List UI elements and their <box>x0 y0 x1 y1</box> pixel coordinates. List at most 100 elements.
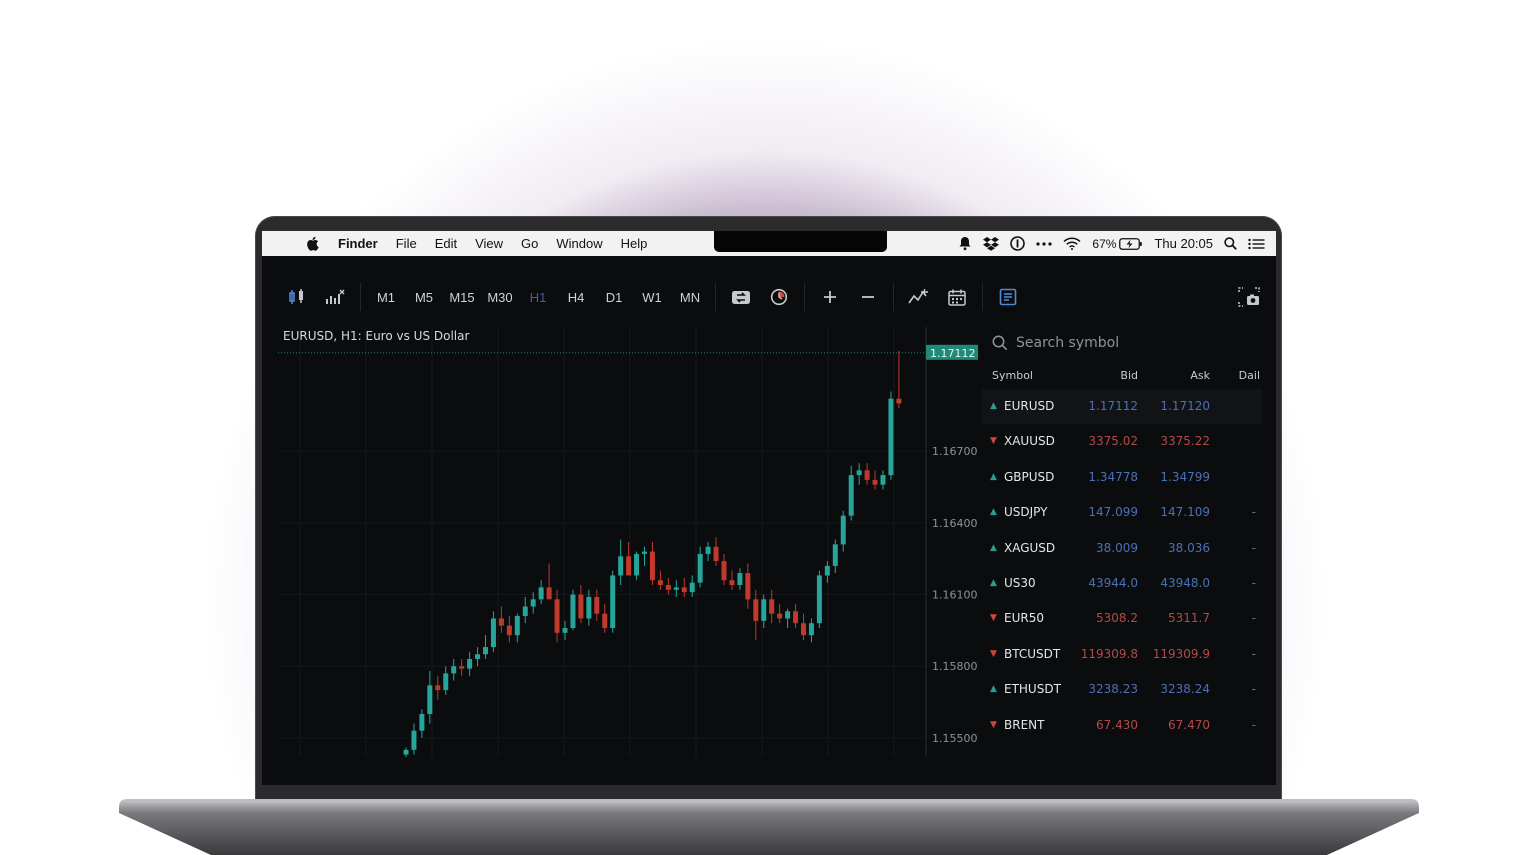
timeframe-w1[interactable]: W1 <box>633 282 671 312</box>
laptop-screen: Finder File Edit View Go Window Help 67% <box>262 231 1276 785</box>
timeframe-m15[interactable]: M15 <box>443 282 481 312</box>
one-click-trading-icon[interactable] <box>722 282 760 312</box>
watchlist-row[interactable]: ▼ BTCUSDT 119309.8 119309.9 - <box>982 637 1262 672</box>
market-watch-panel: Symbol Bid Ask Dail ▲ EURUSD 1.17112 1.1712… <box>982 327 1262 757</box>
ask-price: 67.470 <box>1168 717 1210 732</box>
dropbox-icon[interactable] <box>983 236 1000 251</box>
candle-body <box>673 587 679 590</box>
candle-body <box>801 623 806 636</box>
price-chart[interactable]: 1.15500 1.15800 1.16100 1.16400 1.16700 1.171… <box>278 327 982 757</box>
password-manager-icon[interactable] <box>1010 236 1026 251</box>
column-header-daily[interactable]: Dail <box>1239 369 1260 382</box>
candle-body <box>848 475 854 516</box>
toolbar-separator <box>893 283 894 311</box>
bid-price: 67.430 <box>1096 717 1138 732</box>
watchlist-row[interactable]: ▲ XAGUSD 38.009 38.036 - <box>982 531 1262 566</box>
menu-file[interactable]: File <box>396 236 417 251</box>
menu-go[interactable]: Go <box>521 236 538 251</box>
camera-notch <box>714 231 887 252</box>
candle-body <box>761 599 767 621</box>
candle-body <box>808 623 814 636</box>
candle-body <box>793 611 799 624</box>
watchlist-row[interactable]: ▲ EURUSD 1.17112 1.17120 <box>982 389 1262 424</box>
bid-price: 1.34778 <box>1088 469 1138 484</box>
daily-change: - <box>1251 646 1256 661</box>
timeframe-h1[interactable]: H1 <box>519 282 557 312</box>
menu-view[interactable]: View <box>475 236 503 251</box>
wifi-icon[interactable] <box>1063 237 1081 250</box>
toolbar-separator <box>715 283 716 311</box>
timeframe-mn[interactable]: MN <box>671 282 709 312</box>
menu-edit[interactable]: Edit <box>435 236 457 251</box>
indicators-line-icon[interactable] <box>900 282 938 312</box>
watchlist-header: Symbol Bid Ask Dail <box>982 363 1262 389</box>
candle-body <box>483 647 488 655</box>
watchlist-row[interactable]: ▲ ETHUSDT 3238.23 3238.24 - <box>982 672 1262 707</box>
candle-body <box>498 618 504 626</box>
candle-body <box>705 546 711 554</box>
terminal-toolbar: M1 M5 M15 M30 H1 H4 D1 W1 MN <box>278 275 1268 319</box>
watchlist-row[interactable]: ▼ EUR50 5308.2 5311.7 - <box>982 601 1262 636</box>
order-book-icon[interactable] <box>989 282 1027 312</box>
watchlist-row[interactable]: ▲ US30 43944.0 43948.0 - <box>982 566 1262 601</box>
column-header-ask[interactable]: Ask <box>1190 369 1210 382</box>
direction-down-icon: ▼ <box>990 648 997 659</box>
candle-body <box>832 544 838 566</box>
candle-body <box>769 599 775 614</box>
ask-price: 1.34799 <box>1160 469 1210 484</box>
candlestick-chart-icon[interactable] <box>278 282 316 312</box>
toolbar-separator <box>804 283 805 311</box>
ask-price: 5311.7 <box>1168 611 1210 626</box>
bid-price: 3238.23 <box>1088 682 1138 697</box>
chart-title: EURUSD, H1: Euro vs US Dollar <box>283 329 470 343</box>
search-input[interactable] <box>1016 335 1216 351</box>
timeframe-m30[interactable]: M30 <box>481 282 519 312</box>
candle-body <box>649 551 655 581</box>
menu-clock[interactable]: Thu 20:05 <box>1154 236 1213 251</box>
indicators-icon[interactable] <box>316 282 354 312</box>
zoom-out-icon[interactable] <box>849 282 887 312</box>
notification-bell-icon[interactable] <box>958 236 972 251</box>
timeframe-d1[interactable]: D1 <box>595 282 633 312</box>
menu-finder[interactable]: Finder <box>338 236 378 251</box>
history-icon[interactable] <box>760 282 798 312</box>
zoom-in-icon[interactable] <box>811 282 849 312</box>
candle-body <box>697 553 703 583</box>
spotlight-search-icon[interactable] <box>1224 237 1237 250</box>
column-header-bid[interactable]: Bid <box>1120 369 1138 382</box>
bid-price: 147.099 <box>1088 505 1138 520</box>
symbol-name: EUR50 <box>1004 611 1044 626</box>
watchlist-row[interactable]: ▼ XAUUSD 3375.02 3375.22 <box>982 424 1262 459</box>
price-axis-label: 1.15500 <box>932 732 978 745</box>
timeframe-m5[interactable]: M5 <box>405 282 443 312</box>
column-header-symbol[interactable]: Symbol <box>992 369 1033 382</box>
calendar-icon[interactable] <box>938 282 976 312</box>
ask-price: 43948.0 <box>1160 576 1210 590</box>
search-icon <box>992 335 1008 351</box>
chart-canvas[interactable]: 1.15500 1.15800 1.16100 1.16400 1.16700 1.171… <box>278 327 982 757</box>
daily-change: - <box>1251 717 1256 732</box>
more-icon[interactable] <box>1036 241 1053 246</box>
apple-icon[interactable] <box>306 236 320 252</box>
last-price-label: 1.17112 <box>930 347 976 360</box>
menu-window[interactable]: Window <box>556 236 602 251</box>
timeframe-h4[interactable]: H4 <box>557 282 595 312</box>
bid-price: 43944.0 <box>1088 576 1138 590</box>
symbol-name: XAGUSD <box>1004 540 1056 555</box>
candle-body <box>506 625 512 636</box>
bid-price: 3375.02 <box>1088 434 1138 449</box>
watchlist-row[interactable]: ▼ BRENT 67.430 67.470 - <box>982 708 1262 743</box>
ask-price: 119309.9 <box>1152 646 1210 661</box>
battery-charging-icon[interactable] <box>1119 237 1143 250</box>
screenshot-icon[interactable] <box>1230 282 1268 312</box>
watchlist-row[interactable]: ▲ GBPUSD 1.34778 1.34799 <box>982 460 1262 495</box>
timeframe-m1[interactable]: M1 <box>367 282 405 312</box>
watchlist-row[interactable]: ▲ USDJPY 147.099 147.109 - <box>982 495 1262 530</box>
menu-help[interactable]: Help <box>621 236 648 251</box>
control-center-icon[interactable] <box>1248 238 1265 250</box>
direction-down-icon: ▼ <box>990 613 997 624</box>
price-axis-label: 1.16400 <box>932 517 978 530</box>
candle-body <box>514 616 520 636</box>
symbol-search[interactable] <box>992 331 1216 355</box>
daily-change: - <box>1251 576 1256 590</box>
